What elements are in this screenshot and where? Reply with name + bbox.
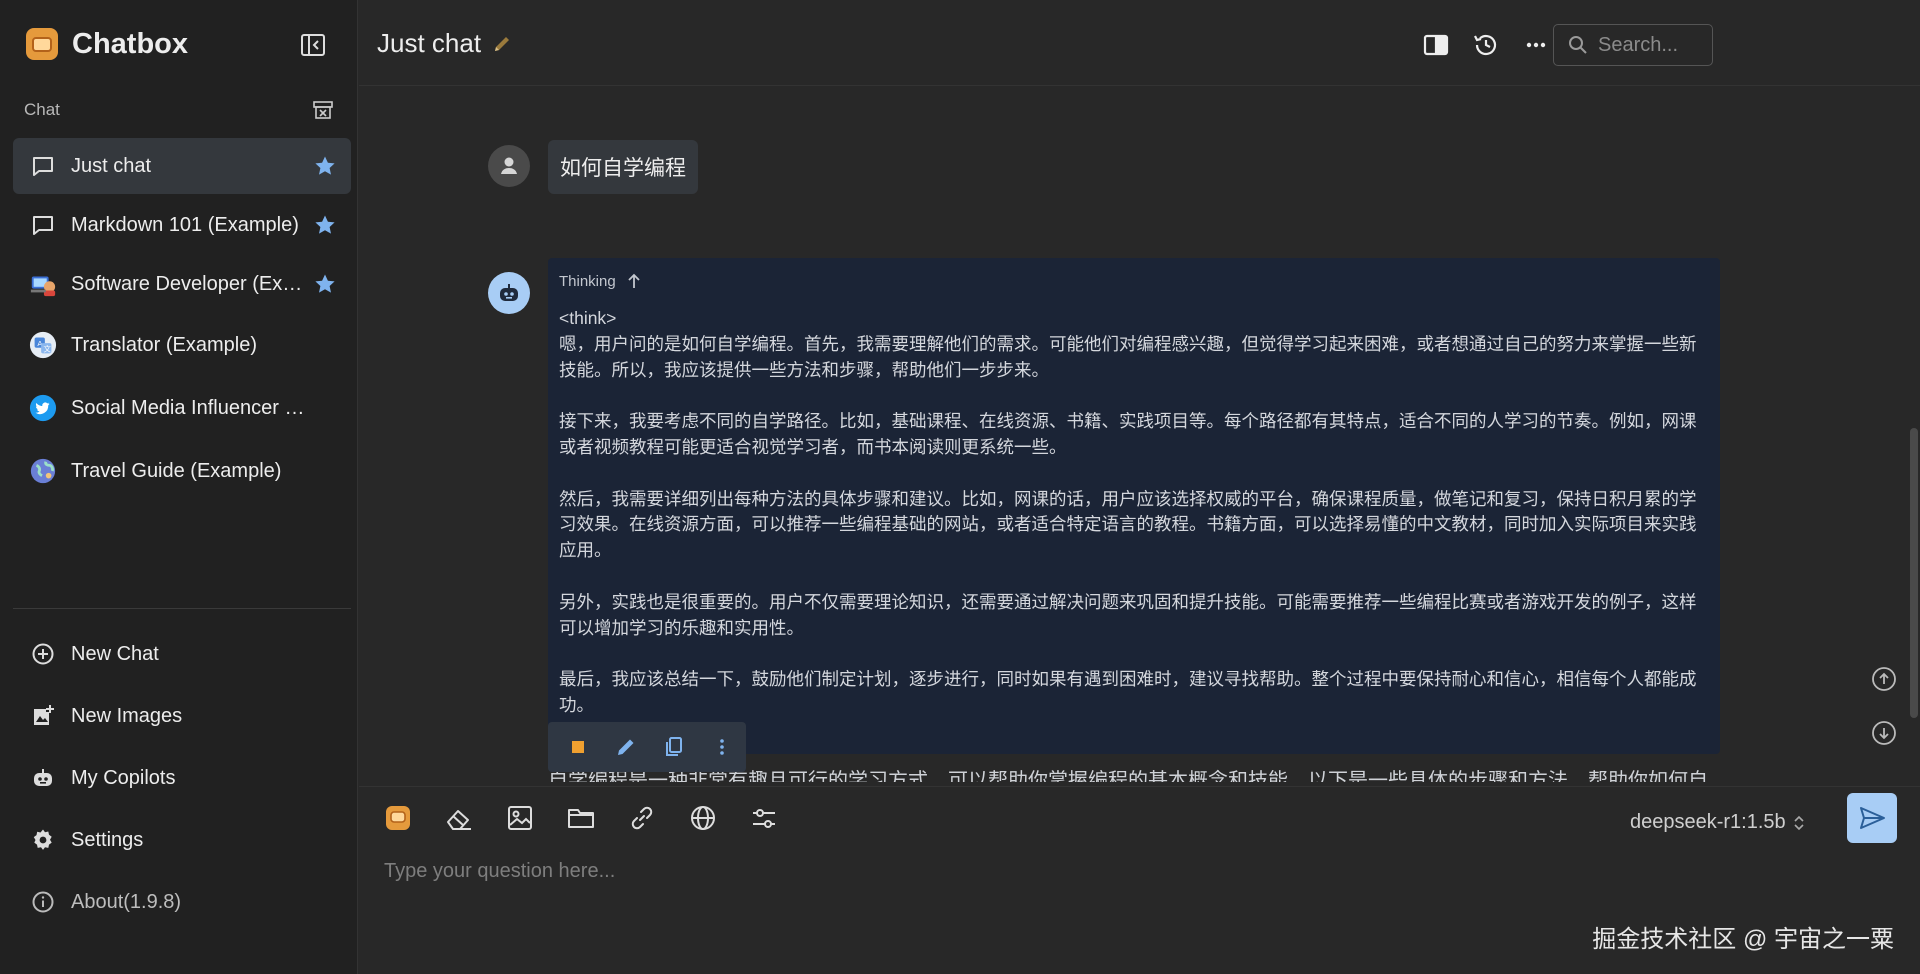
new-chat-button[interactable]: New Chat [13,623,351,685]
chat-item-label: Social Media Influencer (Example) [71,396,307,419]
scroll-to-bottom-icon[interactable] [1871,720,1897,746]
model-selector[interactable]: deepseek-r1:1.5b [1630,811,1806,834]
scroll-to-top-icon[interactable] [1871,666,1897,692]
app-name: Chatbox [72,27,188,60]
plus-circle-icon [29,640,57,668]
chatbox-logo-icon[interactable] [381,801,415,835]
model-name: deepseek-r1:1.5b [1630,811,1786,833]
twitter-avatar [29,394,57,422]
chat-section-header: Chat [24,98,334,122]
image-icon[interactable] [503,801,537,835]
link-icon[interactable] [625,801,659,835]
eraser-icon[interactable] [442,801,476,835]
globe-icon[interactable] [686,801,720,835]
add-image-icon [29,702,57,730]
question-input[interactable] [384,853,1784,889]
search-input[interactable] [1598,33,1708,57]
translator-avatar: A文 [29,331,57,359]
folder-icon[interactable] [564,801,598,835]
sidebar: Chatbox Chat Just chat Markdown 101 (Exa… [0,0,358,974]
brand: Chatbox [26,26,188,62]
chat-bubble-icon [29,211,57,239]
chat-list: Just chat Markdown 101 (Example) Softwar… [13,138,351,504]
gear-icon [29,826,57,854]
star-icon[interactable] [313,213,337,237]
user-message: 如何自学编程 [548,140,698,194]
chat-item-software-developer[interactable]: Software Developer (Example) [13,256,351,312]
thinking-label: Thinking [559,272,616,290]
arrow-up-icon [616,272,642,290]
thinking-block: Thinking <think> 嗯，用户问的是如何自学编程。首先，我需要理解他… [548,258,1720,754]
chat-item-label: Software Developer (Example) [71,272,307,295]
page-title: Just chat [377,28,482,58]
chat-item-translator[interactable]: A文 Translator (Example) [13,315,351,375]
chat-item-label: Travel Guide (Example) [71,459,282,482]
chat-header: Just chat [359,0,1920,86]
sidebar-divider [13,608,351,609]
chat-bubble-icon [29,152,57,180]
sidebar-nav: New Chat New Images My Copilots Settings… [13,623,351,933]
chat-section-label: Chat [24,100,60,119]
chat-item-label: Just chat [71,154,152,177]
stop-icon[interactable] [564,733,592,761]
svg-text:文: 文 [43,344,51,354]
about-button[interactable]: About(1.9.8) [13,871,351,933]
software-developer-avatar [29,270,57,298]
chevron-up-down-icon [1786,813,1806,833]
chat-item-markdown-101[interactable]: Markdown 101 (Example) [13,197,351,253]
composer: deepseek-r1:1.5b 掘金技术社区 @ 宇宙之一粟 [359,786,1920,974]
composer-toolbar [381,801,781,835]
thinking-toggle[interactable]: Thinking [559,272,642,290]
my-copilots-label: My Copilots [71,766,176,789]
history-icon[interactable] [1471,30,1501,60]
my-copilots-button[interactable]: My Copilots [13,747,351,809]
archive-icon[interactable] [312,99,334,121]
chat-item-label: Translator (Example) [71,333,257,356]
search-icon [1568,35,1588,55]
search-box[interactable] [1553,24,1713,66]
new-images-label: New Images [71,704,183,727]
star-icon[interactable] [313,154,337,178]
message-list: 如何自学编程 Thinking <think> 嗯，用户问的是如何自学编程。首先… [359,86,1920,786]
settings-button[interactable]: Settings [13,809,351,871]
send-icon [1857,803,1887,833]
edit-title-pencil-icon[interactable] [491,33,513,55]
more-options-icon[interactable] [1521,30,1551,60]
scrollbar-thumb[interactable] [1910,428,1918,718]
chat-item-social-media-influencer[interactable]: Social Media Influencer (Example) [13,378,351,438]
message-action-toolbar [548,722,746,772]
chatbox-logo-icon [26,28,58,60]
star-icon[interactable] [313,272,337,296]
new-chat-label: New Chat [71,642,159,665]
chat-item-travel-guide[interactable]: Travel Guide (Example) [13,441,351,501]
title-group: Just chat [377,28,513,59]
send-button[interactable] [1847,793,1897,843]
about-label: About(1.9.8) [71,890,182,913]
sliders-icon[interactable] [747,801,781,835]
more-vertical-icon[interactable] [708,733,736,761]
settings-label: Settings [71,828,144,851]
user-avatar-icon [488,145,530,187]
chat-item-just-chat[interactable]: Just chat [13,138,351,194]
new-images-button[interactable]: New Images [13,685,351,747]
edit-pencil-icon[interactable] [612,733,640,761]
assistant-avatar-robot-icon [488,272,530,314]
copy-icon[interactable] [660,733,688,761]
travel-globe-avatar [29,457,57,485]
info-icon [29,888,57,916]
collapse-sidebar-icon[interactable] [298,30,328,60]
robot-icon [29,764,57,792]
split-view-icon[interactable] [1421,30,1451,60]
watermark: 掘金技术社区 @ 宇宙之一粟 [1592,926,1894,953]
chat-item-label: Markdown 101 (Example) [71,213,299,236]
thinking-content: <think> 嗯，用户问的是如何自学编程。首先，我需要理解他们的需求。可能他们… [559,308,1697,741]
